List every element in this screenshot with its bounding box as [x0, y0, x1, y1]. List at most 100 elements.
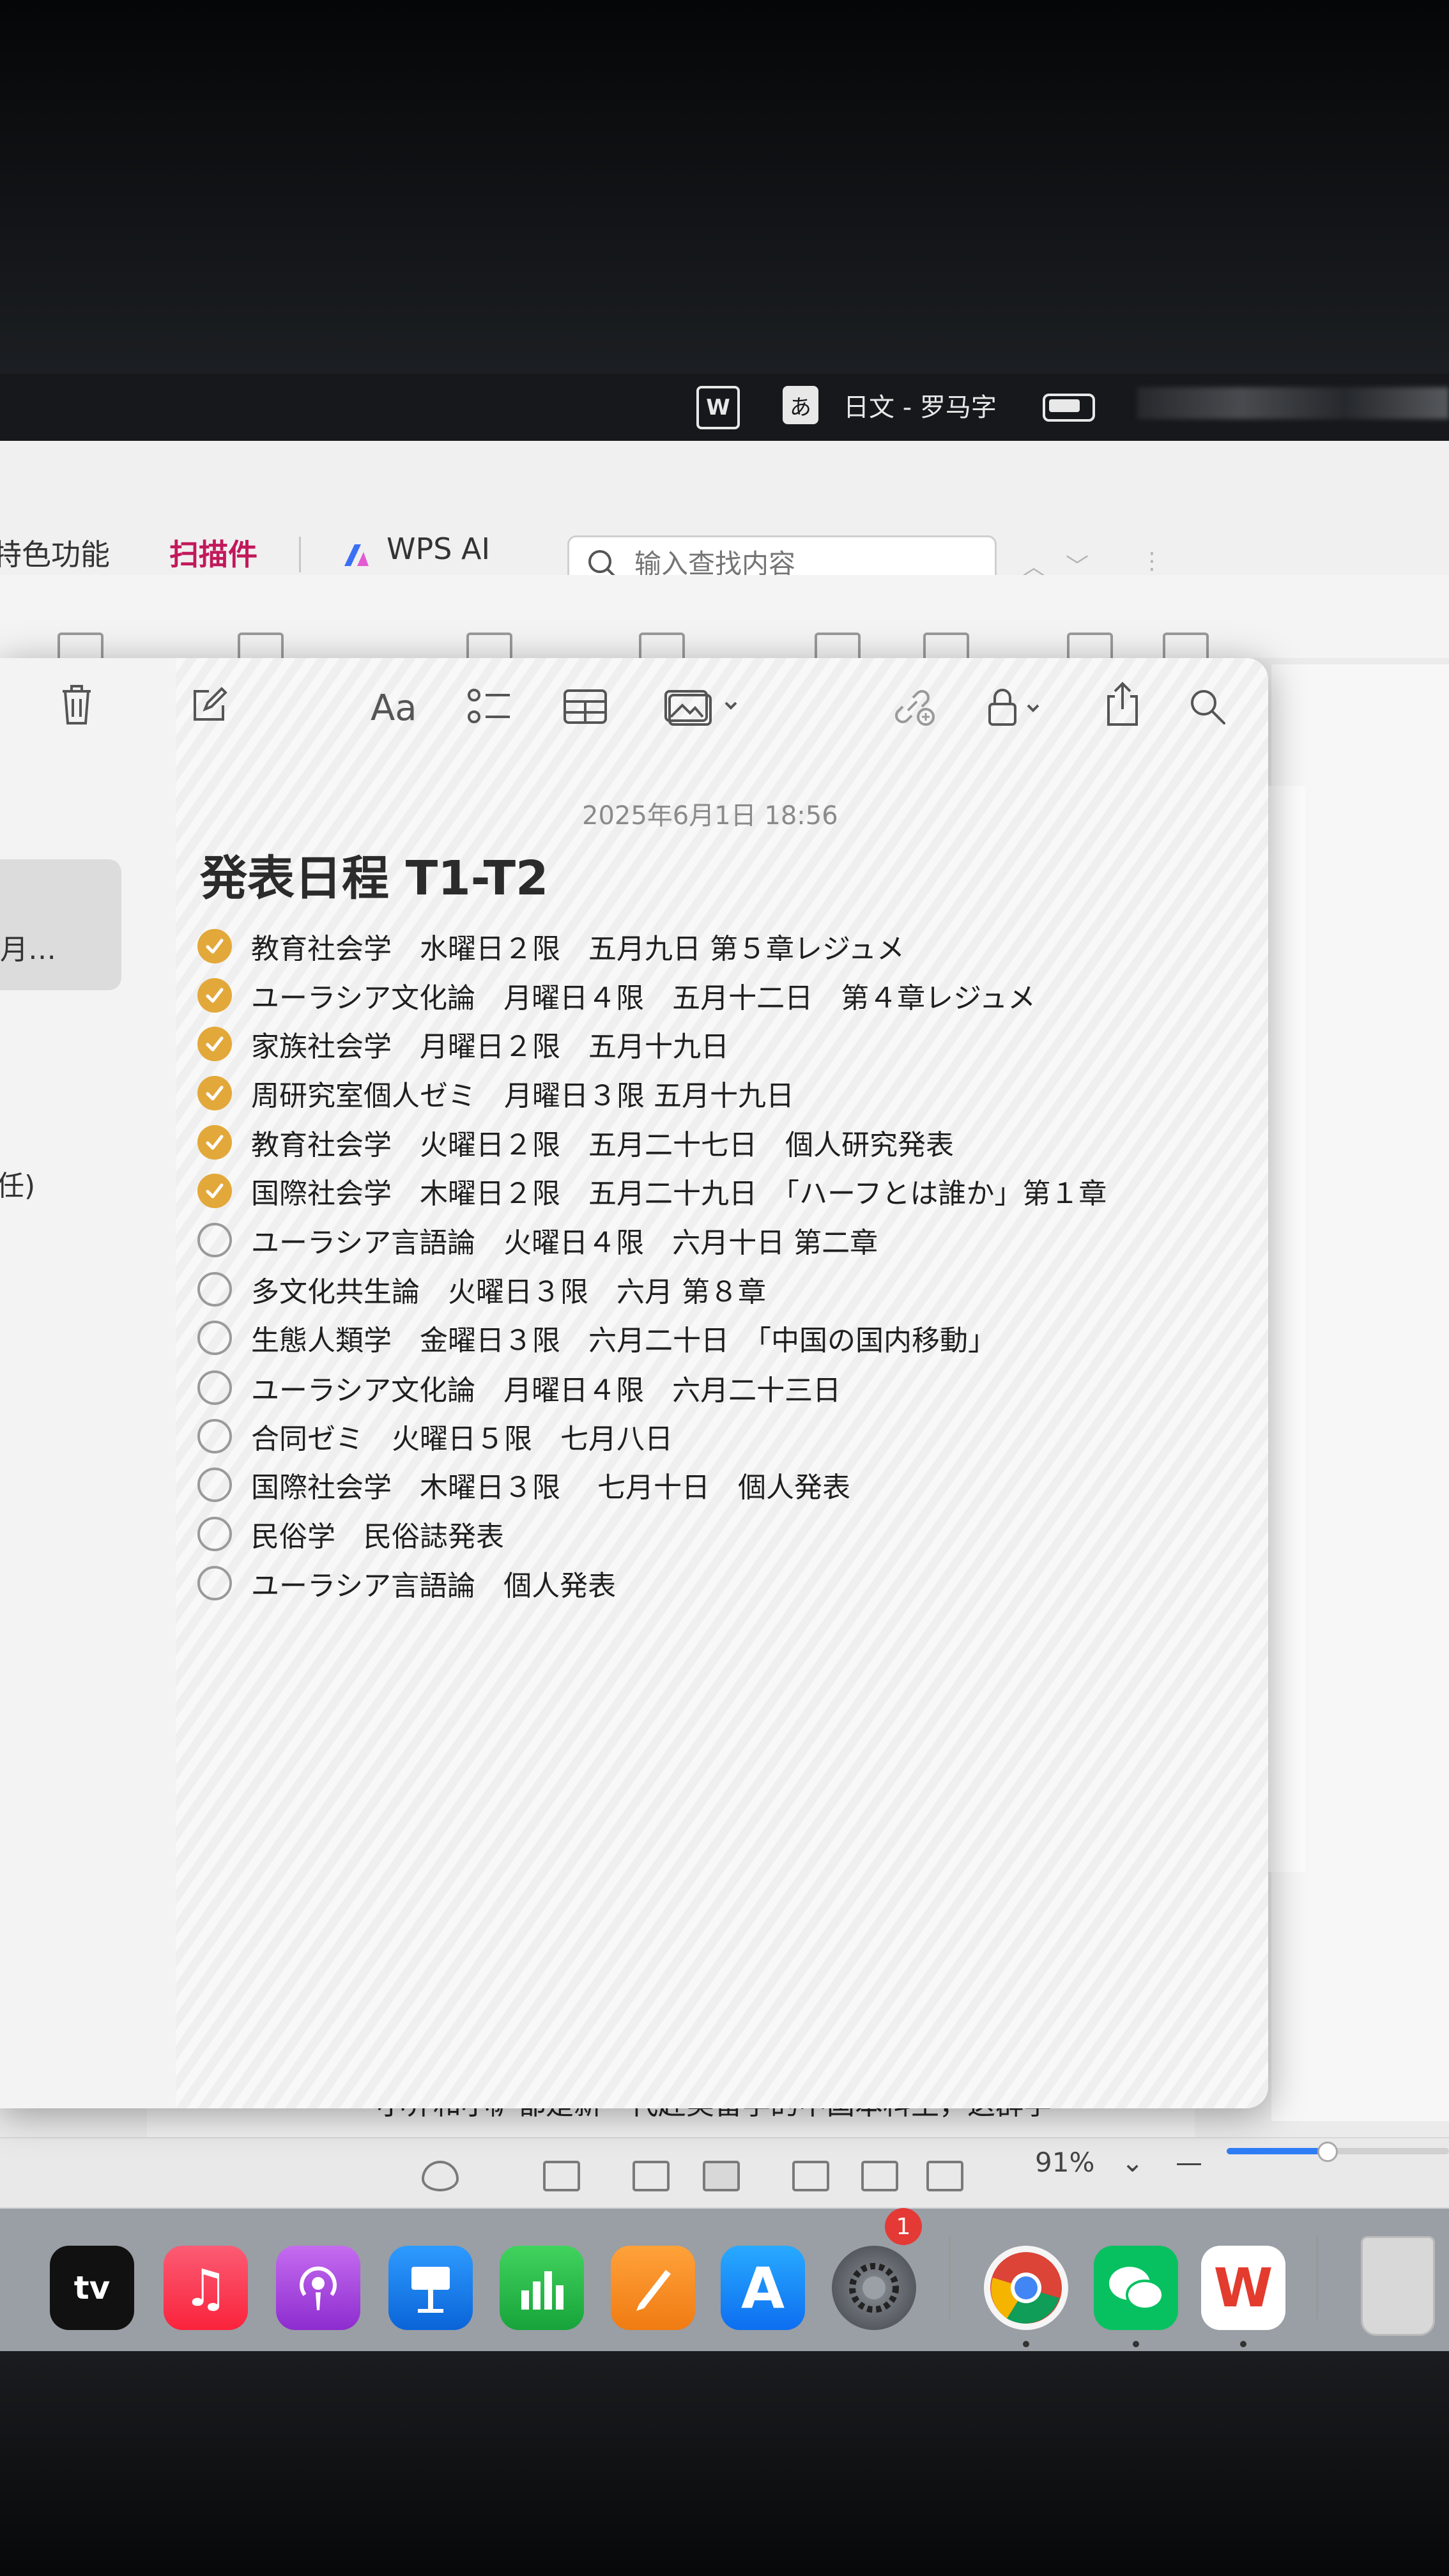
checkbox-empty-icon[interactable]	[197, 1419, 232, 1453]
pages-icon[interactable]	[611, 2246, 695, 2330]
fullscreen-icon[interactable]	[861, 2161, 898, 2191]
system-settings-icon[interactable]	[832, 2246, 916, 2330]
tab-wps-ai[interactable]: WPS AI	[387, 532, 490, 566]
checkbox-checked-icon[interactable]	[197, 929, 232, 963]
checklist-item-text: 国際社会学 木曜日２限 五月二十九日 「ハーフとは誰か」第１章	[251, 1177, 1107, 1210]
compose-icon[interactable]	[190, 686, 228, 724]
checklist-item-text: 周研究室個人ゼミ 月曜日３限 五月十九日	[251, 1080, 794, 1112]
numbers-icon[interactable]	[500, 2246, 584, 2330]
format-text-icon[interactable]: Aa	[371, 687, 417, 729]
share-icon[interactable]	[1103, 681, 1142, 727]
checklist-item[interactable]: ユーラシア言語論 火曜日４限 六月十日 第二章	[197, 1217, 878, 1263]
checklist-icon[interactable]	[466, 686, 511, 727]
checkbox-empty-icon[interactable]	[197, 1468, 232, 1502]
checklist-item[interactable]: 教育社会学 火曜日２限 五月二十七日 個人研究発表	[197, 1119, 954, 1165]
checkbox-checked-icon[interactable]	[197, 1076, 232, 1110]
checklist-item[interactable]: 家族社会学 月曜日２限 五月十九日	[197, 1021, 729, 1067]
zoom-out-icon[interactable]: —	[1176, 2147, 1202, 2178]
zoom-level[interactable]: 91%	[1035, 2147, 1094, 2178]
more-icon[interactable]: ⋮	[1140, 548, 1163, 574]
ribbon-icon[interactable]	[815, 632, 861, 661]
dock-divider	[949, 2236, 951, 2319]
media-icon[interactable]	[664, 689, 741, 727]
checklist-item[interactable]: ユーラシア言語論 個人発表	[197, 1560, 616, 1606]
keynote-icon[interactable]	[388, 2246, 473, 2330]
checkbox-empty-icon[interactable]	[197, 1370, 232, 1405]
screen-bezel-bottom	[0, 2351, 1449, 2576]
ribbon-icon[interactable]	[639, 632, 685, 661]
ribbon-icon[interactable]	[238, 632, 284, 661]
tab-divider	[299, 537, 301, 572]
menubar-extras	[1137, 387, 1449, 419]
screen-bezel-top	[0, 0, 1449, 383]
checklist-item[interactable]: 国際社会学 木曜日３限 七月十日 個人発表	[197, 1462, 850, 1508]
zoom-slider[interactable]	[1227, 2142, 1449, 2162]
checkbox-empty-icon[interactable]	[197, 1517, 232, 1551]
trash-bin-icon[interactable]	[1361, 2236, 1435, 2336]
checklist-item[interactable]: 国際社会学 木曜日２限 五月二十九日 「ハーフとは誰か」第１章	[197, 1168, 1107, 1214]
chrome-icon[interactable]	[984, 2246, 1068, 2330]
checklist-item[interactable]: 合同ゼミ 火曜日５限 七月八日	[197, 1413, 673, 1459]
checklist-item[interactable]: 民俗学 民俗誌発表	[197, 1511, 504, 1557]
wps-ai-icon	[344, 544, 369, 566]
music-icon[interactable]: ♫	[164, 2246, 248, 2330]
checklist-item[interactable]: ユーラシア文化論 月曜日４限 六月二十三日	[197, 1365, 841, 1411]
ribbon-icon[interactable]	[466, 632, 512, 661]
checkbox-empty-icon[interactable]	[197, 1272, 232, 1307]
wps-logo-icon[interactable]: W	[696, 386, 740, 429]
checklist-item[interactable]: 教育社会学 水曜日２限 五月九日 第５章レジュメ	[197, 923, 905, 969]
ribbon-icon[interactable]	[57, 632, 103, 661]
trash-icon[interactable]	[59, 682, 95, 727]
checklist-item-text: 教育社会学 水曜日２限 五月九日 第５章レジュメ	[251, 933, 905, 965]
checkbox-checked-icon[interactable]	[197, 1125, 232, 1160]
checklist-item-text: 合同ゼミ 火曜日５限 七月八日	[251, 1423, 673, 1455]
dock-divider	[1316, 2236, 1318, 2319]
note-title[interactable]: 発表日程 T1-T2	[200, 840, 549, 908]
checklist-item[interactable]: 生態人類学 金曜日３限 六月二十日 「中国の国内移動」	[197, 1315, 996, 1361]
checklist-item[interactable]: ユーラシア文化論 月曜日４限 五月十二日 第４章レジュメ	[197, 972, 1036, 1018]
tab-special-features[interactable]: 特色功能	[0, 532, 110, 574]
checklist-item-text: 教育社会学 火曜日２限 五月二十七日 個人研究発表	[251, 1129, 954, 1162]
view-two-page-icon[interactable]	[703, 2161, 740, 2191]
checklist-item[interactable]: 多文化共生論 火曜日３限 六月 第８章	[197, 1266, 766, 1312]
app-store-icon[interactable]: A	[721, 2246, 805, 2330]
checklist-item-text: 民俗学 民俗誌発表	[251, 1521, 504, 1553]
running-indicator	[1240, 2341, 1246, 2347]
notes-sidebar: 月… 任)	[0, 658, 178, 2108]
input-source-icon[interactable]: あ	[783, 386, 818, 424]
checkbox-empty-icon[interactable]	[197, 1321, 232, 1355]
checklist-item[interactable]: 周研究室個人ゼミ 月曜日３限 五月十九日	[197, 1070, 794, 1116]
wps-icon[interactable]: W	[1201, 2246, 1285, 2330]
wechat-icon[interactable]	[1094, 2246, 1178, 2330]
ribbon-icon[interactable]	[923, 632, 969, 661]
note-timestamp: 2025年6月1日 18:56	[582, 801, 838, 831]
podcasts-icon[interactable]	[276, 2246, 360, 2330]
apple-tv-icon[interactable]: tv	[50, 2246, 134, 2330]
view-web-icon[interactable]	[926, 2161, 963, 2191]
checkbox-empty-icon[interactable]	[197, 1566, 232, 1600]
battery-icon[interactable]	[1043, 394, 1095, 422]
collaborate-link-icon[interactable]	[891, 686, 937, 727]
view-page-icon[interactable]	[632, 2161, 670, 2191]
checklist-item-text: 多文化共生論 火曜日３限 六月 第８章	[251, 1276, 766, 1308]
input-method-label[interactable]: 日文 - 罗马字	[843, 386, 997, 424]
ribbon-icon[interactable]	[1067, 632, 1113, 661]
checkbox-empty-icon[interactable]	[197, 1223, 232, 1257]
zoom-chevron-icon[interactable]: ⌄	[1121, 2147, 1144, 2178]
wps-ribbon	[0, 575, 1449, 658]
notification-badge: 1	[885, 2208, 922, 2245]
checkbox-checked-icon[interactable]	[197, 978, 232, 1013]
selected-note-item[interactable]	[0, 859, 121, 990]
tab-scan[interactable]: 扫描件	[169, 532, 257, 585]
note-editor[interactable]: Aa 2025年6月1日 18:56 発表日程 T1-T2 教育社会学 水曜日２…	[176, 658, 1268, 2108]
view-fit-icon[interactable]	[543, 2161, 580, 2191]
lock-icon[interactable]	[987, 686, 1051, 727]
view-reading-icon[interactable]	[792, 2161, 829, 2191]
checklist-item-text: 国際社会学 木曜日３限 七月十日 個人発表	[251, 1471, 850, 1504]
checkbox-checked-icon[interactable]	[197, 1027, 232, 1061]
ribbon-icon[interactable]	[1163, 632, 1209, 661]
notes-window: 月… 任) Aa 2025年6月1日 18:56 発表日程 T1-T2 教育社会…	[0, 658, 1268, 2108]
search-icon[interactable]	[1188, 687, 1227, 726]
table-icon[interactable]	[563, 689, 608, 724]
checkbox-checked-icon[interactable]	[197, 1174, 232, 1208]
